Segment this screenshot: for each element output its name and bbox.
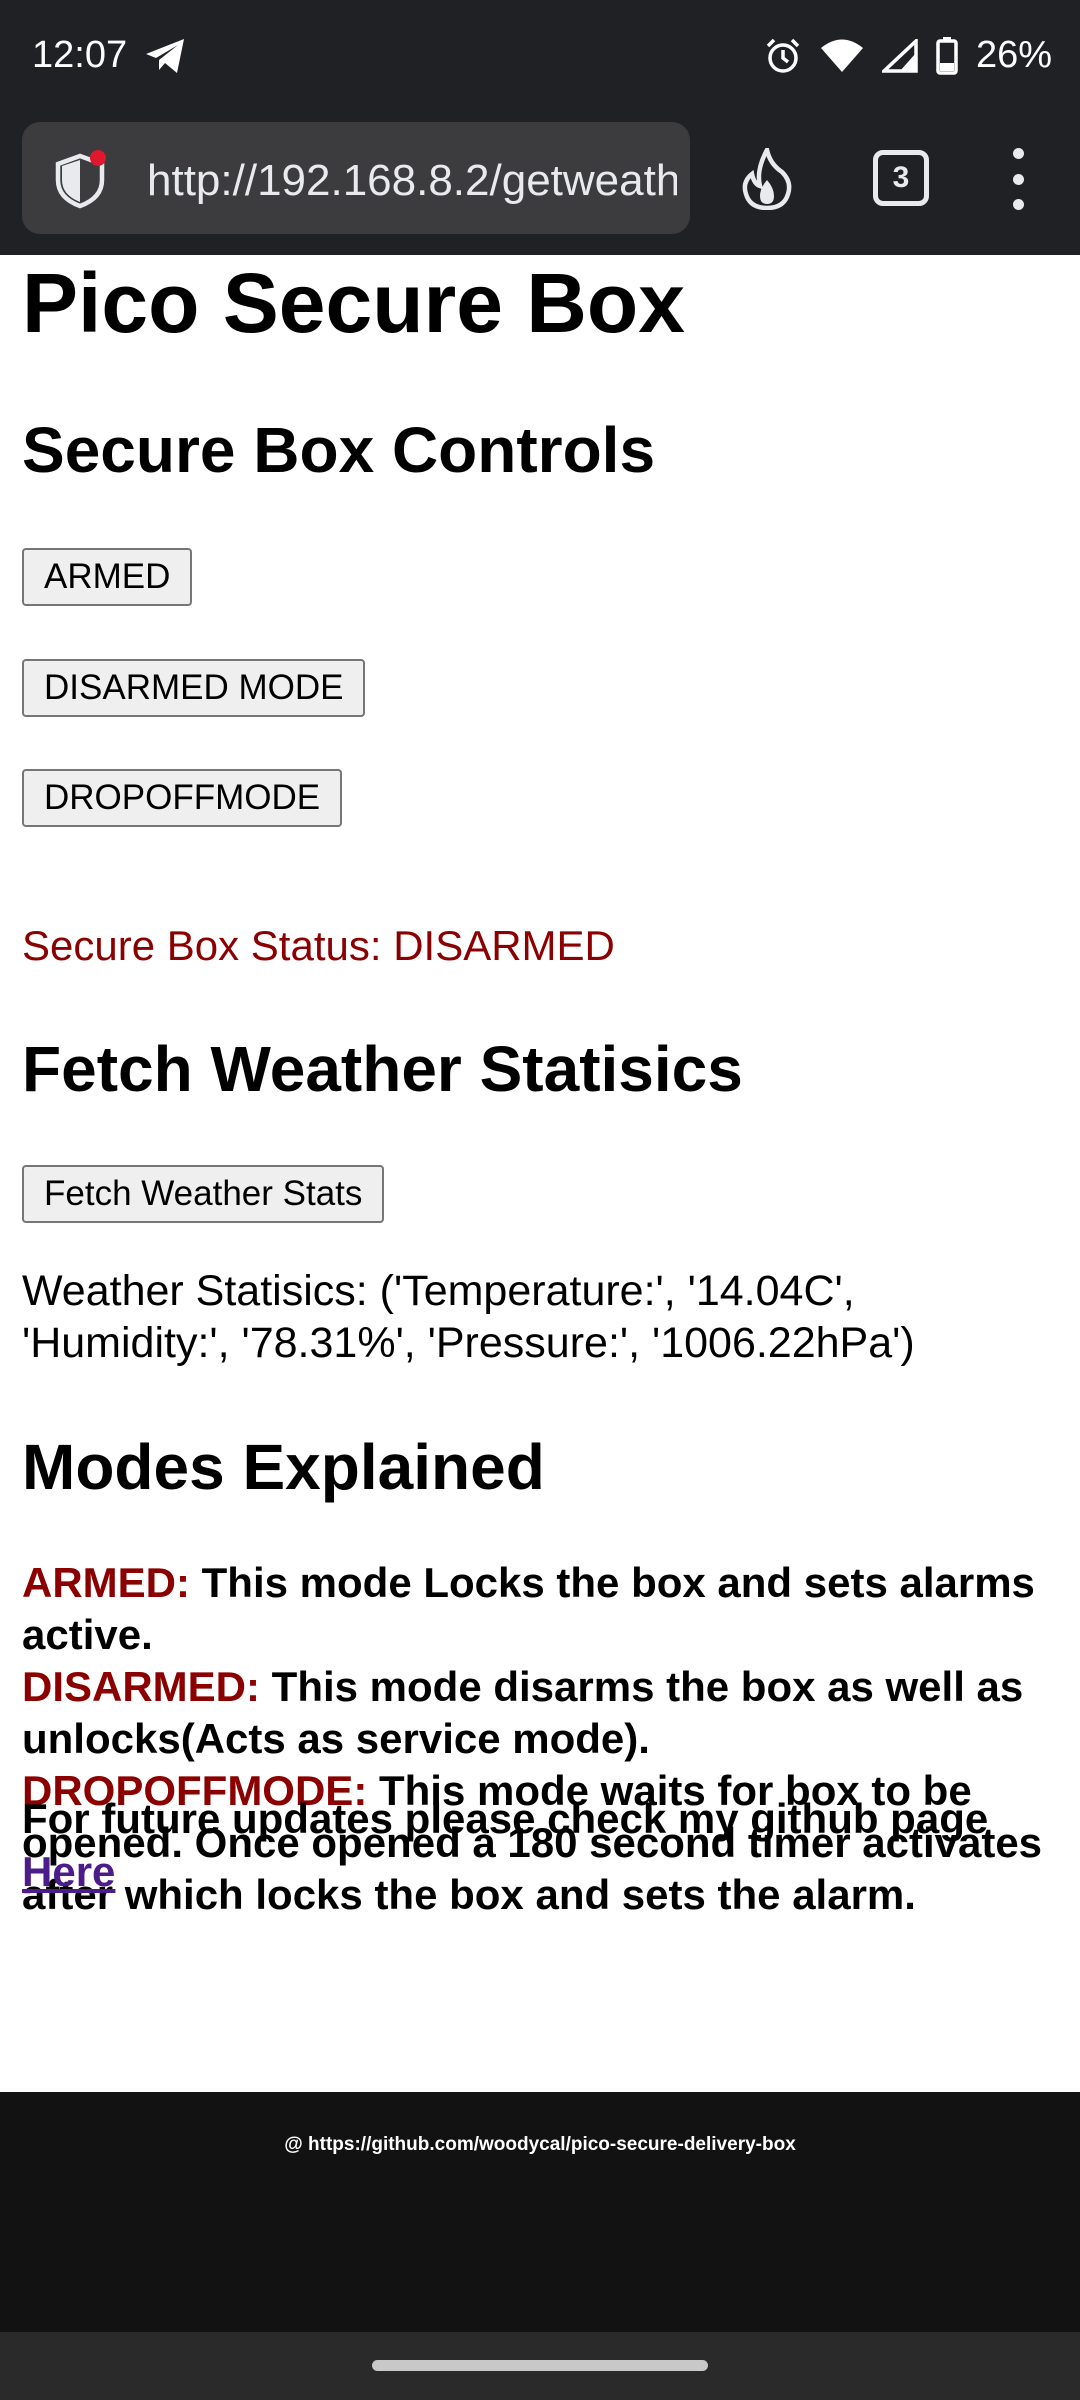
future-updates-text: For future updates please check my githu… xyxy=(22,1795,989,1842)
url-text[interactable]: http://192.168.8.2/getweather xyxy=(147,156,677,206)
page-title: Pico Secure Box xyxy=(22,256,685,350)
dropoff-mode-button[interactable]: DROPOFFMODE xyxy=(22,769,343,827)
browser-toolbar: http://192.168.8.2/getweather 3 xyxy=(0,118,1080,255)
secure-box-status: Secure Box Status: DISARMED xyxy=(22,922,615,969)
status-bar: 12:07 26% xyxy=(0,0,1080,118)
mode-item-disarmed: DISARMED: This mode disarms the box as w… xyxy=(22,1661,1062,1765)
page-footer: @ https://github.com/woodycal/pico-secur… xyxy=(0,2092,1080,2332)
mode-item-armed: ARMED: This mode Locks the box and sets … xyxy=(22,1557,1062,1661)
signal-icon xyxy=(881,38,918,73)
flame-icon[interactable] xyxy=(738,143,796,211)
shield-icon[interactable] xyxy=(52,150,112,210)
github-link[interactable]: Here xyxy=(22,1848,115,1896)
home-gesture-handle[interactable] xyxy=(372,2360,708,2371)
modes-heading: Modes Explained xyxy=(22,1431,545,1503)
armed-button[interactable]: ARMED xyxy=(22,548,193,606)
navigation-bar xyxy=(0,2332,1080,2400)
telegram-icon xyxy=(144,36,188,76)
battery-percentage: 26% xyxy=(975,34,1052,76)
address-bar[interactable]: http://192.168.8.2/getweather xyxy=(22,122,690,234)
more-vert-icon[interactable] xyxy=(1006,148,1030,210)
web-page: Pico Secure Box Secure Box Controls ARME… xyxy=(0,255,1080,2092)
weather-stats: Weather Statisics: ('Temperature:', '14.… xyxy=(22,1267,915,1367)
mode-name: DISARMED: xyxy=(22,1663,260,1710)
footer-text: @ https://github.com/woodycal/pico-secur… xyxy=(284,2134,796,2155)
modes-list: ARMED: This mode Locks the box and sets … xyxy=(22,1557,1062,1921)
controls-heading: Secure Box Controls xyxy=(22,414,656,486)
alarm-icon xyxy=(764,37,802,75)
mode-name: ARMED: xyxy=(22,1559,190,1606)
battery-icon xyxy=(936,36,958,75)
weather-heading: Fetch Weather Statisics xyxy=(22,1033,743,1105)
disarmed-mode-button[interactable]: DISARMED MODE xyxy=(22,659,366,717)
fetch-weather-button[interactable]: Fetch Weather Stats xyxy=(22,1165,385,1223)
status-time: 12:07 xyxy=(32,34,128,76)
status-indicators: 26% xyxy=(764,34,1052,77)
wifi-icon xyxy=(820,39,864,73)
tabs-icon[interactable]: 3 xyxy=(873,150,929,206)
mode-item-dropoff: DROPOFFMODE: This mode waits for box to … xyxy=(22,1765,1062,1921)
